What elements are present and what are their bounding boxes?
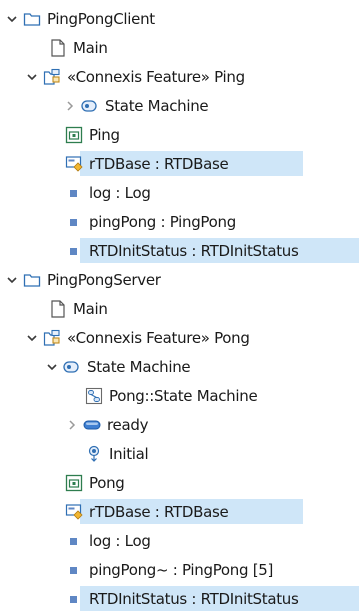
tree-item-server-main[interactable]: Main	[0, 294, 359, 323]
tree-item-server-rtdinitstatus[interactable]: RTDInitStatus : RTDInitStatus	[0, 584, 359, 613]
tree-item-client-state-machine[interactable]: State Machine	[0, 91, 359, 120]
tree-item-label: Pong	[89, 473, 125, 492]
folder-icon	[23, 10, 41, 28]
port-icon	[65, 503, 83, 521]
tree-item-label: pingPong~ : PingPong [5]	[89, 560, 274, 579]
tree-item-client-log[interactable]: log : Log	[0, 178, 359, 207]
tree-item-label: State Machine	[87, 357, 191, 376]
attribute-icon	[65, 532, 83, 550]
tree-item-initial[interactable]: Initial	[0, 439, 359, 468]
tree-item-client-main[interactable]: Main	[0, 33, 359, 62]
tree-item-label: PingPongServer	[47, 270, 161, 289]
tree-item-label: pingPong : PingPong	[89, 212, 236, 231]
tree-item-label: rTDBase : RTDBase	[89, 154, 229, 173]
tree-item-state-ready[interactable]: ready	[0, 410, 359, 439]
chevron-right-icon[interactable]	[64, 417, 80, 433]
tree-item-label: ready	[107, 415, 149, 434]
chevron-down-icon[interactable]	[24, 330, 40, 346]
initial-state-icon	[85, 445, 103, 463]
project-tree: PingPongClient Main «Connexis Feature» P…	[0, 4, 359, 613]
tree-item-label: Pong::State Machine	[109, 386, 258, 405]
state-machine-icon	[81, 97, 99, 115]
tree-item-label: State Machine	[105, 96, 209, 115]
tree-item-capsule-pong[interactable]: Pong	[0, 468, 359, 497]
tree-item-label: Initial	[109, 444, 149, 463]
tree-item-label: RTDInitStatus : RTDInitStatus	[89, 241, 299, 260]
tree-item-label: RTDInitStatus : RTDInitStatus	[89, 589, 299, 608]
feature-package-icon	[43, 329, 61, 347]
tree-item-capsule-ping[interactable]: Ping	[0, 120, 359, 149]
tree-item-label: Ping	[89, 125, 120, 144]
tree-item-label: «Connexis Feature» Pong	[67, 328, 250, 347]
state-icon	[83, 416, 101, 434]
attribute-icon	[65, 561, 83, 579]
tree-item-server-pingpong[interactable]: pingPong~ : PingPong [5]	[0, 555, 359, 584]
chevron-down-icon[interactable]	[44, 359, 60, 375]
tree-item-label: PingPongClient	[47, 9, 155, 28]
tree-item-label: Main	[73, 38, 108, 57]
capsule-icon	[65, 474, 83, 492]
tree-item-label: Main	[73, 299, 108, 318]
tree-item-label: «Connexis Feature» Ping	[67, 67, 245, 86]
tree-item-pingpongclient[interactable]: PingPongClient	[0, 4, 359, 33]
file-icon	[49, 38, 67, 57]
attribute-icon	[65, 213, 83, 231]
chevron-down-icon[interactable]	[24, 69, 40, 85]
tree-item-feature-ping[interactable]: «Connexis Feature» Ping	[0, 62, 359, 91]
chevron-down-icon[interactable]	[4, 11, 20, 27]
tree-item-client-pingpong[interactable]: pingPong : PingPong	[0, 207, 359, 236]
chevron-right-icon[interactable]	[62, 98, 78, 114]
feature-package-icon	[43, 68, 61, 86]
file-icon	[49, 299, 67, 318]
port-icon	[65, 155, 83, 173]
tree-item-client-rtdinitstatus[interactable]: RTDInitStatus : RTDInitStatus	[0, 236, 359, 265]
folder-icon	[23, 271, 41, 289]
tree-item-server-state-machine[interactable]: State Machine	[0, 352, 359, 381]
tree-item-label: log : Log	[89, 183, 151, 202]
tree-item-server-log[interactable]: log : Log	[0, 526, 359, 555]
chevron-down-icon[interactable]	[4, 272, 20, 288]
attribute-icon	[65, 184, 83, 202]
state-machine-icon	[63, 358, 81, 376]
diagram-icon	[85, 387, 103, 405]
tree-item-pingpongserver[interactable]: PingPongServer	[0, 265, 359, 294]
tree-item-client-rtdbase[interactable]: rTDBase : RTDBase	[0, 149, 359, 178]
attribute-icon	[65, 242, 83, 260]
tree-item-label: log : Log	[89, 531, 151, 550]
tree-item-pong-state-machine-diagram[interactable]: Pong::State Machine	[0, 381, 359, 410]
capsule-icon	[65, 126, 83, 144]
tree-item-label: rTDBase : RTDBase	[89, 502, 229, 521]
tree-item-server-rtdbase[interactable]: rTDBase : RTDBase	[0, 497, 359, 526]
attribute-icon	[65, 590, 83, 608]
tree-item-feature-pong[interactable]: «Connexis Feature» Pong	[0, 323, 359, 352]
